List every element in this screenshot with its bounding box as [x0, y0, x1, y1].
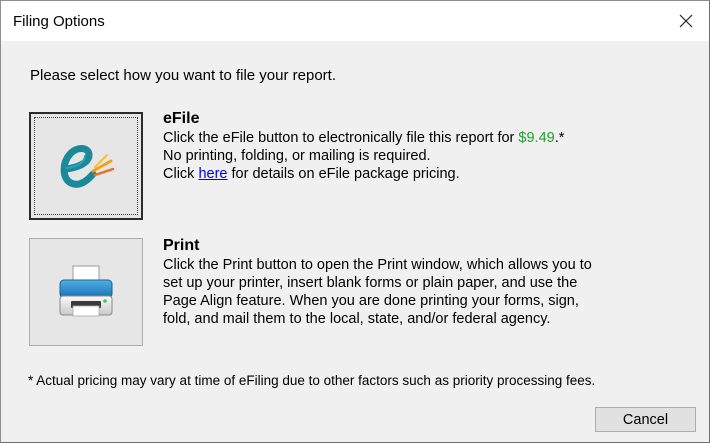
- efile-logo-icon: [60, 145, 115, 188]
- instruction-text: Please select how you want to file your …: [30, 67, 336, 84]
- print-line-2: set up your printer, insert blank forms …: [163, 275, 578, 291]
- efile-button[interactable]: [29, 112, 143, 220]
- pricing-footnote: * Actual pricing may vary at time of eFi…: [28, 373, 596, 388]
- efile-line-3-prefix: Click: [163, 166, 199, 182]
- title-bar: Filing Options: [1, 1, 709, 41]
- efile-line-1-suffix: .*: [554, 130, 565, 146]
- print-title: Print: [163, 237, 200, 254]
- print-line-4: fold, and mail them to the local, state,…: [163, 311, 551, 327]
- print-description: Print Click the Print button to open the…: [163, 236, 703, 328]
- print-button[interactable]: [29, 238, 143, 346]
- efile-description: eFile Click the eFile button to electron…: [163, 109, 564, 183]
- print-line-1: Click the Print button to open the Print…: [163, 257, 592, 273]
- efile-price: $9.49: [518, 130, 555, 146]
- cancel-button[interactable]: Cancel: [595, 407, 696, 432]
- filing-options-dialog: Filing Options Please select how you wan…: [0, 0, 710, 443]
- efile-line-3: Click here for details on eFile package …: [163, 165, 564, 183]
- close-icon: [679, 14, 693, 28]
- efile-pricing-link[interactable]: here: [198, 166, 227, 182]
- printer-icon: [59, 265, 113, 317]
- efile-line-3-suffix: for details on eFile package pricing.: [227, 166, 460, 182]
- close-button[interactable]: [663, 1, 709, 41]
- efile-line-1-text: Click the eFile button to electronically…: [163, 130, 519, 146]
- print-line-3: Page Align feature. When you are done pr…: [163, 293, 579, 309]
- efile-line-2: No printing, folding, or mailing is requ…: [163, 148, 431, 164]
- efile-line-1: Click the eFile button to electronically…: [163, 129, 564, 147]
- dialog-title: Filing Options: [13, 13, 105, 30]
- efile-title: eFile: [163, 110, 200, 127]
